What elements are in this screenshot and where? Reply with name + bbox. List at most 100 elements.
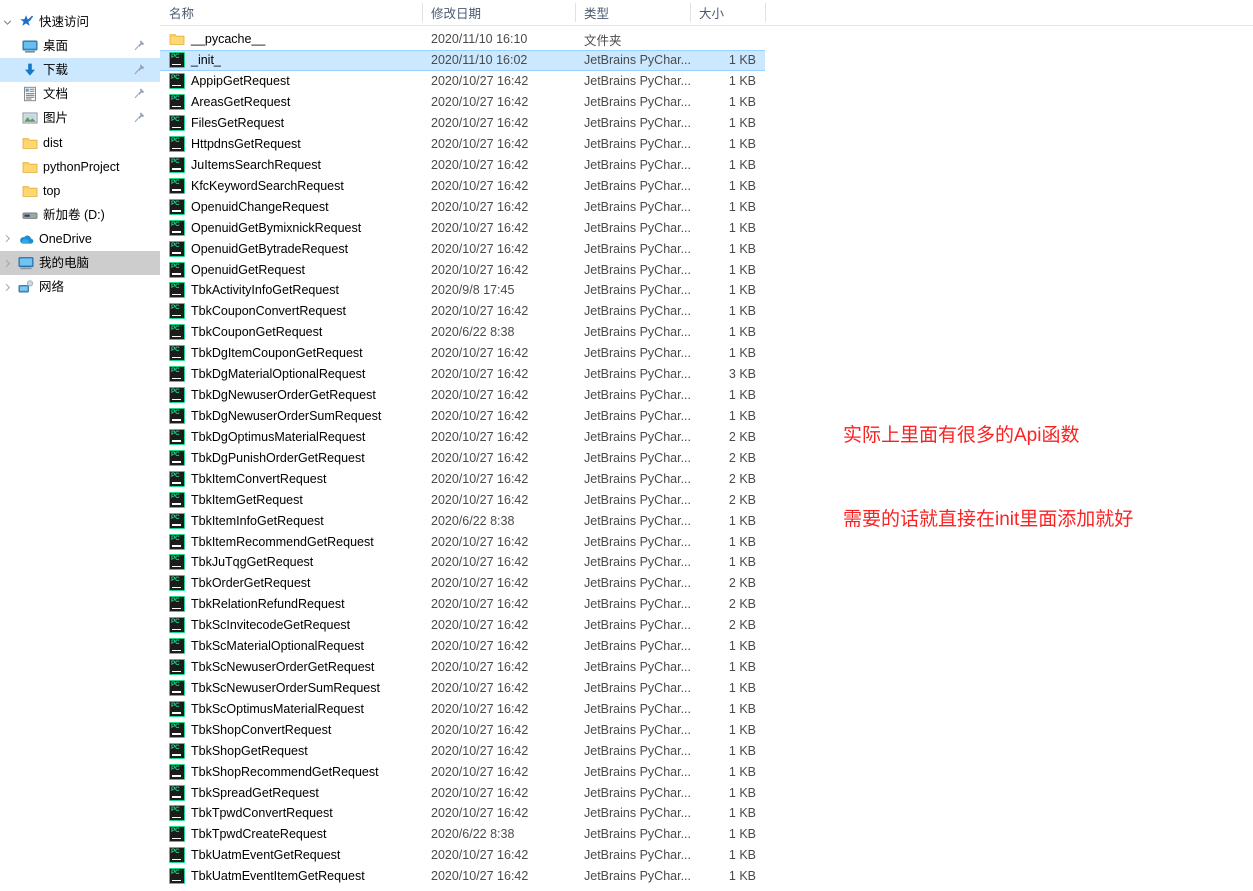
table-row[interactable]: PC TbkDgItemCouponGetRequest 2020/10/27 16… — [160, 343, 765, 364]
pin-icon[interactable] — [133, 63, 146, 76]
table-row[interactable]: PC AreasGetRequest 2020/10/27 16:42 JetBrai… — [160, 92, 765, 113]
table-row[interactable]: __pycache__ 2020/11/10 16:10 文件夹 — [160, 29, 765, 50]
table-row[interactable]: PC TbkItemGetRequest 2020/10/27 16:42 JetBr… — [160, 489, 765, 510]
table-row[interactable]: PC KfcKeywordSearchRequest 2020/10/27 16:4… — [160, 175, 765, 196]
sidebar-item-3[interactable]: 下载 — [0, 58, 160, 83]
sidebar-item-2[interactable]: 桌面 — [0, 34, 160, 58]
cell-name[interactable]: PC TbkShopConvertRequest — [160, 719, 422, 740]
table-row[interactable]: PC JuItemsSearchRequest 2020/10/27 16:42 Je… — [160, 155, 765, 176]
table-row[interactable]: PC TbkDgNewuserOrderGetRequest 2020/10/27 … — [160, 385, 765, 406]
pin-icon[interactable] — [133, 87, 146, 100]
cell-name[interactable]: PC TbkDgItemCouponGetRequest — [160, 343, 422, 364]
sidebar-item-12[interactable]: 网络 — [0, 275, 160, 299]
cell-name[interactable]: PC _init_ — [160, 51, 422, 70]
table-row[interactable]: PC HttpdnsGetRequest 2020/10/27 16:42 JetBr… — [160, 134, 765, 155]
table-row[interactable]: PC TbkTpwdCreateRequest 2020/6/22 8:38 JetB… — [160, 824, 765, 845]
table-row[interactable]: PC TbkScNewuserOrderSumRequest 2020/10/27 … — [160, 678, 765, 699]
pin-icon[interactable] — [133, 111, 146, 124]
table-row[interactable]: PC TbkShopGetRequest 2020/10/27 16:42 JetBr… — [160, 740, 765, 761]
table-row[interactable]: PC TbkJuTqgGetRequest 2020/10/27 16:42 JetB… — [160, 552, 765, 573]
chevron-closed-icon[interactable] — [0, 227, 14, 251]
sidebar-item-10[interactable]: OneDrive — [0, 227, 160, 251]
cell-name[interactable]: PC OpenuidGetBytradeRequest — [160, 238, 422, 259]
cell-name[interactable]: PC TbkTpwdCreateRequest — [160, 824, 422, 845]
table-row[interactable]: PC FilesGetRequest 2020/10/27 16:42 JetBrai… — [160, 113, 765, 134]
table-row[interactable]: PC TbkOrderGetRequest 2020/10/27 16:42 JetB… — [160, 573, 765, 594]
sidebar-item-6[interactable]: dist — [0, 131, 160, 155]
cell-name[interactable]: PC TbkItemConvertRequest — [160, 468, 422, 489]
cell-name[interactable]: PC TbkDgNewuserOrderSumRequest — [160, 406, 422, 427]
column-header-row[interactable]: 名称 修改日期 类型 大小 — [160, 0, 1253, 26]
table-row[interactable]: PC TbkDgPunishOrderGetRequest 2020/10/27 1… — [160, 447, 765, 468]
navigation-pane[interactable]: 快速访问 桌面 下载 文档 图片 dist pythonProject top 新加卷 (D:)… — [0, 0, 161, 891]
sidebar-item-9[interactable]: 新加卷 (D:) — [0, 203, 160, 227]
table-row[interactable]: PC TbkDgMaterialOptionalRequest 2020/10/27… — [160, 364, 765, 385]
cell-name[interactable]: PC TbkTpwdConvertRequest — [160, 803, 422, 824]
table-row[interactable]: PC TbkCouponConvertRequest 2020/10/27 16:4… — [160, 301, 765, 322]
cell-name[interactable]: PC TbkOrderGetRequest — [160, 573, 422, 594]
cell-name[interactable]: PC TbkDgNewuserOrderGetRequest — [160, 385, 422, 406]
column-header-type[interactable]: 类型 — [575, 0, 690, 25]
cell-name[interactable]: PC JuItemsSearchRequest — [160, 155, 422, 176]
table-row[interactable]: PC TbkItemInfoGetRequest 2020/6/22 8:38 Jet… — [160, 510, 765, 531]
column-header-size[interactable]: 大小 — [690, 0, 765, 25]
cell-name[interactable]: PC TbkShopRecommendGetRequest — [160, 761, 422, 782]
chevron-closed-icon[interactable] — [0, 275, 14, 299]
table-row[interactable]: PC OpenuidChangeRequest 2020/10/27 16:42 Je… — [160, 196, 765, 217]
cell-name[interactable]: PC TbkDgOptimusMaterialRequest — [160, 426, 422, 447]
table-row[interactable]: PC TbkCouponGetRequest 2020/6/22 8:38 JetBr… — [160, 322, 765, 343]
cell-name[interactable]: PC TbkScNewuserOrderSumRequest — [160, 678, 422, 699]
sidebar-item-4[interactable]: 文档 — [0, 82, 160, 106]
cell-name[interactable]: PC TbkSpreadGetRequest — [160, 782, 422, 803]
table-row[interactable]: PC TbkTpwdConvertRequest 2020/10/27 16:42 J… — [160, 803, 765, 824]
table-row[interactable]: PC TbkUatmEventItemGetRequest 2020/10/27 1… — [160, 866, 765, 887]
cell-name[interactable]: PC TbkItemGetRequest — [160, 489, 422, 510]
table-row[interactable]: PC _init_ 2020/11/10 16:02 JetBrains PyChar… — [160, 49, 765, 71]
column-divider[interactable] — [765, 3, 766, 22]
table-row[interactable]: PC TbkShopRecommendGetRequest 2020/10/27 1… — [160, 761, 765, 782]
cell-name[interactable]: PC TbkScNewuserOrderGetRequest — [160, 657, 422, 678]
sidebar-item-1[interactable]: 快速访问 — [0, 10, 160, 34]
sidebar-item-7[interactable]: pythonProject — [0, 155, 160, 179]
cell-name[interactable]: PC TbkShopGetRequest — [160, 740, 422, 761]
cell-name[interactable]: PC TbkItemRecommendGetRequest — [160, 531, 422, 552]
cell-name[interactable]: PC TbkJuTqgGetRequest — [160, 552, 422, 573]
table-row[interactable]: PC TbkActivityInfoGetRequest 2020/9/8 17:4… — [160, 280, 765, 301]
cell-name[interactable]: PC TbkScOptimusMaterialRequest — [160, 698, 422, 719]
cell-name[interactable]: PC AreasGetRequest — [160, 92, 422, 113]
cell-name[interactable]: PC TbkUatmEventItemGetRequest — [160, 866, 422, 887]
cell-name[interactable]: PC TbkDgPunishOrderGetRequest — [160, 447, 422, 468]
table-row[interactable]: PC OpenuidGetBytradeRequest 2020/10/27 16:… — [160, 238, 765, 259]
cell-name[interactable]: PC AppipGetRequest — [160, 71, 422, 92]
column-header-name[interactable]: 名称 — [160, 0, 422, 25]
cell-name[interactable]: PC HttpdnsGetRequest — [160, 134, 422, 155]
cell-name[interactable]: PC TbkCouponConvertRequest — [160, 301, 422, 322]
table-row[interactable]: PC TbkScInvitecodeGetRequest 2020/10/27 16… — [160, 615, 765, 636]
column-header-date[interactable]: 修改日期 — [422, 0, 575, 25]
sidebar-item-5[interactable]: 图片 — [0, 106, 160, 130]
table-row[interactable]: PC TbkDgOptimusMaterialRequest 2020/10/27 … — [160, 426, 765, 447]
table-row[interactable]: PC TbkShopConvertRequest 2020/10/27 16:42 J… — [160, 719, 765, 740]
cell-name[interactable]: PC TbkActivityInfoGetRequest — [160, 280, 422, 301]
chevron-open-icon[interactable] — [0, 10, 14, 34]
table-row[interactable]: PC OpenuidGetBymixnickRequest 2020/10/27 1… — [160, 217, 765, 238]
table-row[interactable]: PC TbkSpreadGetRequest 2020/10/27 16:42 Jet… — [160, 782, 765, 803]
table-row[interactable]: PC TbkDgNewuserOrderSumRequest 2020/10/27 … — [160, 406, 765, 427]
cell-name[interactable]: PC OpenuidGetRequest — [160, 259, 422, 280]
cell-name[interactable]: PC TbkScInvitecodeGetRequest — [160, 615, 422, 636]
cell-name[interactable]: PC TbkDgMaterialOptionalRequest — [160, 364, 422, 385]
table-row[interactable]: PC TbkRelationRefundRequest 2020/10/27 16:… — [160, 594, 765, 615]
pin-icon[interactable] — [133, 39, 146, 52]
table-row[interactable]: PC AppipGetRequest 2020/10/27 16:42 JetBrai… — [160, 71, 765, 92]
table-row[interactable]: PC TbkScOptimusMaterialRequest 2020/10/27 … — [160, 698, 765, 719]
table-row[interactable]: PC TbkUatmEventGetRequest 2020/10/27 16:42… — [160, 845, 765, 866]
cell-name[interactable]: PC TbkScMaterialOptionalRequest — [160, 636, 422, 657]
cell-name[interactable]: PC TbkItemInfoGetRequest — [160, 510, 422, 531]
cell-name[interactable]: PC OpenuidGetBymixnickRequest — [160, 217, 422, 238]
table-row[interactable]: PC TbkScNewuserOrderGetRequest 2020/10/27 … — [160, 657, 765, 678]
table-row[interactable]: PC TbkItemConvertRequest 2020/10/27 16:42 J… — [160, 468, 765, 489]
sidebar-item-8[interactable]: top — [0, 179, 160, 203]
cell-name[interactable]: __pycache__ — [160, 29, 422, 50]
table-row[interactable]: PC TbkItemRecommendGetRequest 2020/10/27 1… — [160, 531, 765, 552]
chevron-closed-icon[interactable] — [0, 251, 14, 275]
